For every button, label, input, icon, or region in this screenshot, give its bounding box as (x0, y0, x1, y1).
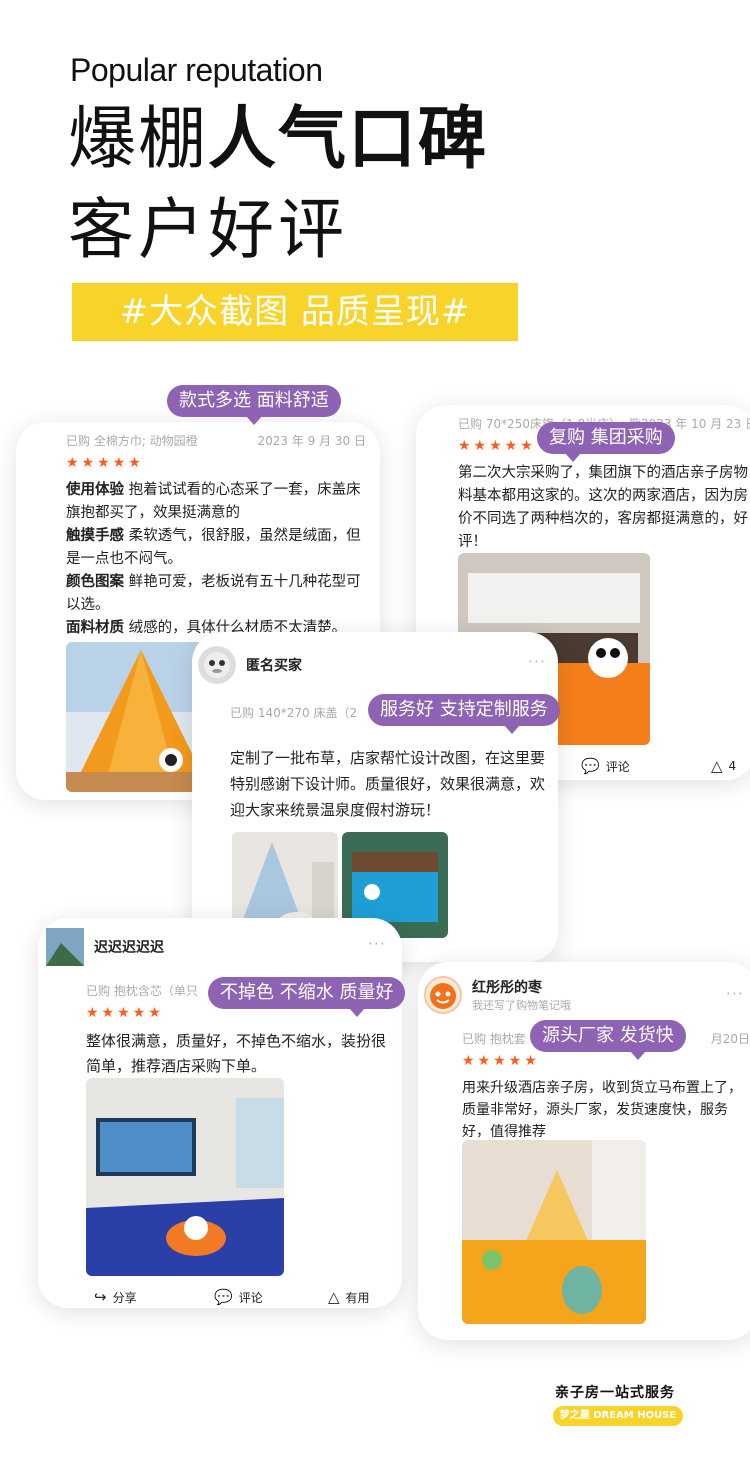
review-line: 使用体验 抱着试试看的心态采了一套，床盖床旗抱都买了，效果挺满意的 (66, 479, 366, 525)
header-en-title: Popular reputation (70, 52, 323, 88)
review-line: 触摸手感 柔软透气，很舒服，虽然是绒面，但是一点也不闷气。 (66, 525, 366, 571)
star-rating: ★★★★★ (462, 1053, 540, 1069)
comment-label: 评论 (605, 759, 630, 774)
reviewer-row: 迟迟迟迟迟 (46, 928, 164, 966)
comment-icon: 💬 (581, 757, 600, 775)
review-card-5: 红彤彤的枣 我还写了购物笔记哦 ··· 已购 抱枕套 月20日 ★★★★★ 用来… (418, 962, 750, 1340)
review-card-3: 匿名买家 ··· 已购 140*270 床盖（2 定制了一批布草，店家帮忙设计改… (192, 632, 558, 962)
reviewer-note: 我还写了购物笔记哦 (472, 999, 571, 1012)
page-title: 爆棚人气口碑 (68, 100, 488, 180)
thumb-icon: △ (711, 757, 723, 775)
review-line-label: 颜色图案 (66, 574, 124, 590)
review-text: 定制了一批布草，店家帮忙设计改图，在这里要特别感谢下设计师。质量很好，效果很满意… (230, 749, 546, 819)
review-text: 用来升级酒店亲子房，收到货立马布置上了，质量非常好，源头厂家，发货速度快，服务好… (462, 1080, 742, 1140)
avatar[interactable] (424, 976, 462, 1014)
star-rating: ★★★★★ (66, 455, 144, 471)
review-text: 第二次大宗采购了，集团旗下的酒店亲子房物料基本都用这家的。这次的两家酒店，因为房… (458, 465, 748, 550)
review-text: 使用体验 抱着试试看的心态采了一套，床盖床旗抱都买了，效果挺满意的 触摸手感 柔… (66, 479, 366, 640)
review-line-label: 面料材质 (66, 620, 124, 636)
highlight-bubble: 源头厂家 发货快 (530, 1020, 686, 1060)
title-bold: 人气口碑 (208, 100, 489, 179)
avatar[interactable] (198, 646, 236, 684)
reviewer-name[interactable]: 红彤彤的枣 (472, 977, 571, 997)
highlight-bubble: 服务好 支持定制服务 (368, 694, 560, 734)
more-options-icon[interactable]: ··· (726, 984, 744, 1003)
title-thin: 爆棚 (68, 100, 209, 179)
purchased-item: 已购 140*270 床盖（2 (230, 706, 358, 720)
review-line: 颜色图案 鲜艳可爱，老板说有五十几种花型可以选。 (66, 571, 366, 617)
review-text: 整体很满意，质量好，不掉色不缩水，装扮很简单，推荐酒店采购下单。 (86, 1032, 387, 1075)
footer-brand-slogan: 亲子房一站式服务 (555, 1385, 675, 1401)
purchased-item: 已购 全棉方巾; 动物园橙 (66, 434, 198, 448)
reviewer-row: 红彤彤的枣 我还写了购物笔记哦 (424, 976, 571, 1014)
comment-action[interactable]: 💬 评论 (581, 757, 630, 775)
review-date: 2023 年 9 月 30 日 (257, 434, 366, 448)
review-line-label: 触摸手感 (66, 528, 124, 544)
reviewer-row: 匿名买家 (198, 646, 302, 684)
share-icon: ↪ (94, 1288, 107, 1306)
footer-brand-pill: 梦之屋 DREAM HOUSE (553, 1406, 683, 1426)
useful-action[interactable]: △ 4 (711, 757, 736, 775)
more-options-icon[interactable]: ··· (368, 934, 386, 953)
useful-count: 4 (728, 759, 737, 773)
review-photo-jungle-room[interactable] (462, 1140, 646, 1324)
useful-action[interactable]: △ 有用 (328, 1288, 370, 1306)
review-line-label: 使用体验 (66, 482, 124, 498)
review-meta: 已购 全棉方巾; 动物园橙 2023 年 9 月 30 日 (66, 432, 366, 449)
review-date: 月20日 (710, 1032, 750, 1046)
share-action[interactable]: ↪ 分享 (94, 1288, 137, 1306)
reviewer-name[interactable]: 迟迟迟迟迟 (94, 937, 164, 957)
highlight-bubble: 款式多选 面料舒适 (167, 385, 341, 425)
highlight-bubble: 复购 集团采购 (537, 422, 675, 462)
review-content: 已购 全棉方巾; 动物园橙 2023 年 9 月 30 日 ★★★★★ 使用体验… (66, 432, 366, 640)
purchased-item: 已购 抱枕套 (462, 1032, 526, 1046)
highlight-bubble: 不掉色 不缩水 质量好 (208, 977, 406, 1017)
reviewer-info: 红彤彤的枣 我还写了购物笔记哦 (472, 977, 571, 1013)
useful-label: 有用 (345, 1290, 370, 1305)
comment-icon: 💬 (214, 1288, 233, 1306)
page-subtitle: 客户好评 (68, 191, 348, 268)
review-photo-astronaut-room[interactable] (86, 1078, 284, 1276)
thumb-icon: △ (328, 1288, 340, 1306)
more-options-icon[interactable]: ··· (528, 652, 546, 671)
reviewer-name[interactable]: 匿名买家 (246, 655, 302, 675)
share-label: 分享 (112, 1290, 137, 1305)
tagline-banner: #大众截图 品质呈现# (72, 283, 518, 341)
comment-action[interactable]: 💬 评论 (214, 1288, 263, 1306)
comment-label: 评论 (238, 1290, 263, 1305)
avatar[interactable] (46, 928, 84, 966)
purchased-item: 已购 抱枕含芯（单只 (86, 984, 198, 998)
